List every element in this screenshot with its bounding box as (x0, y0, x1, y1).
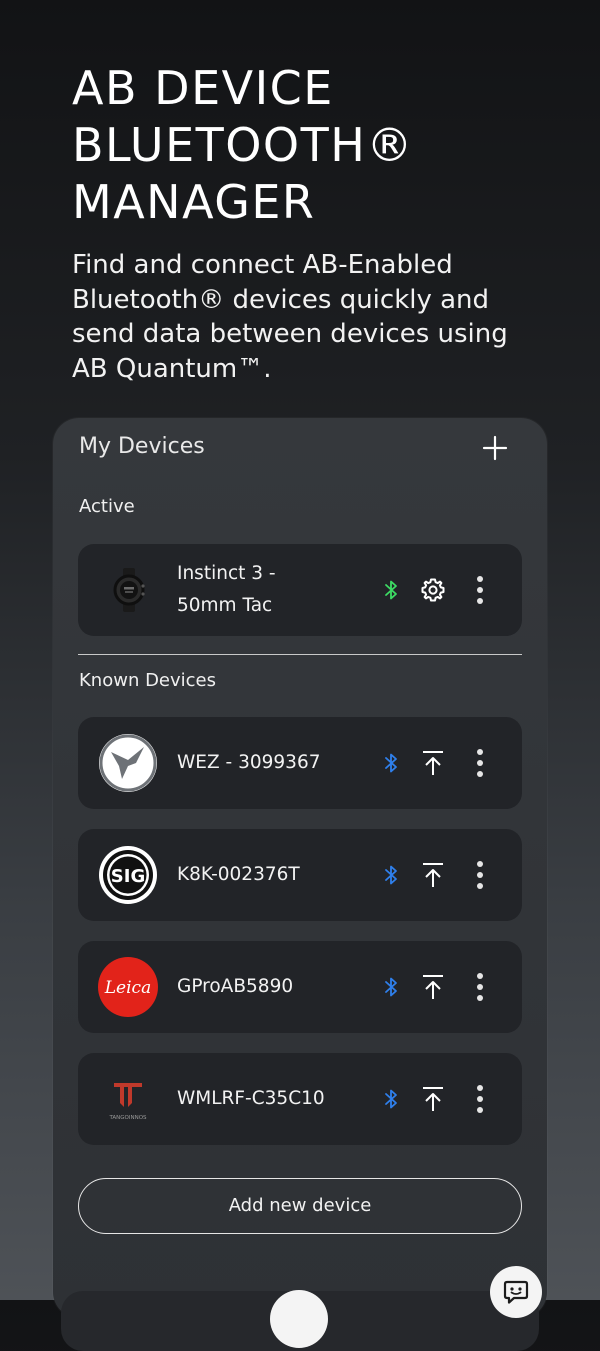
app-description-line: Find and connect AB-Enabled (72, 250, 453, 280)
my-devices-panel: My Devices Active Instinct 3 - 50mm Tac (53, 418, 547, 1351)
upload-icon[interactable] (422, 750, 444, 776)
more-vertical-icon[interactable] (474, 859, 486, 891)
gear-icon[interactable] (420, 577, 446, 603)
device-name: Instinct 3 - 50mm Tac (177, 563, 276, 616)
app-title-line: AB DEVICE (72, 61, 334, 115)
app-description: Find and connect AB-Enabled Bluetooth® d… (72, 248, 552, 386)
section-divider (78, 654, 522, 655)
chat-icon (503, 1280, 529, 1304)
bluetooth-icon (385, 753, 397, 773)
svg-text:Leica: Leica (104, 978, 151, 998)
app-description-line: send data between devices using (72, 319, 508, 349)
svg-text:SIG: SIG (111, 866, 145, 887)
bluetooth-icon (385, 865, 397, 885)
chat-button[interactable] (490, 1266, 542, 1318)
my-devices-title: My Devices (79, 434, 205, 459)
more-vertical-icon[interactable] (474, 747, 486, 779)
add-new-device-button[interactable]: Add new device (78, 1178, 522, 1234)
svg-text:TANGOINNOS: TANGOINNOS (108, 1115, 147, 1121)
app-description-line: Bluetooth® devices quickly and (72, 284, 490, 315)
device-name: GProAB5890 (177, 976, 294, 997)
device-name: WEZ - 3099367 (177, 752, 321, 773)
upload-icon[interactable] (422, 862, 444, 888)
bluetooth-icon (385, 580, 397, 600)
tangoinnos-logo-icon: TANGOINNOS (108, 1083, 147, 1121)
bluetooth-icon (385, 1089, 397, 1109)
known-device-card[interactable]: TANGOINNOS WMLRF-C35C10 (78, 1053, 522, 1145)
more-vertical-icon[interactable] (474, 574, 486, 606)
device-name: WMLRF-C35C10 (177, 1088, 325, 1109)
known-device-card[interactable]: Leica GProAB5890 (78, 941, 522, 1033)
upload-icon[interactable] (422, 1086, 444, 1112)
bottom-action-button[interactable] (270, 1290, 328, 1348)
known-device-card[interactable]: SIG K8K-002376T (78, 829, 522, 921)
sig-logo-icon: SIG (99, 846, 157, 904)
watch-thumbnail-icon (113, 568, 145, 612)
known-devices-label: Known Devices (79, 670, 217, 691)
app-title: AB DEVICE BLUETOOTH® MANAGER (72, 60, 572, 231)
more-vertical-icon[interactable] (474, 1083, 486, 1115)
upload-icon[interactable] (422, 974, 444, 1000)
known-device-card[interactable]: WEZ - 3099367 (78, 717, 522, 809)
active-section-label: Active (79, 496, 135, 517)
app-title-line: BLUETOOTH® (72, 118, 414, 172)
more-vertical-icon[interactable] (474, 971, 486, 1003)
device-name: K8K-002376T (177, 864, 300, 885)
swallow-logo-icon (99, 734, 157, 792)
active-device-card[interactable]: Instinct 3 - 50mm Tac (78, 544, 522, 636)
bluetooth-icon (385, 977, 397, 997)
plus-icon[interactable] (481, 434, 509, 462)
leica-logo-icon: Leica (98, 957, 158, 1017)
app-title-line: MANAGER (72, 175, 316, 229)
app-description-line: AB Quantum™. (72, 353, 272, 384)
